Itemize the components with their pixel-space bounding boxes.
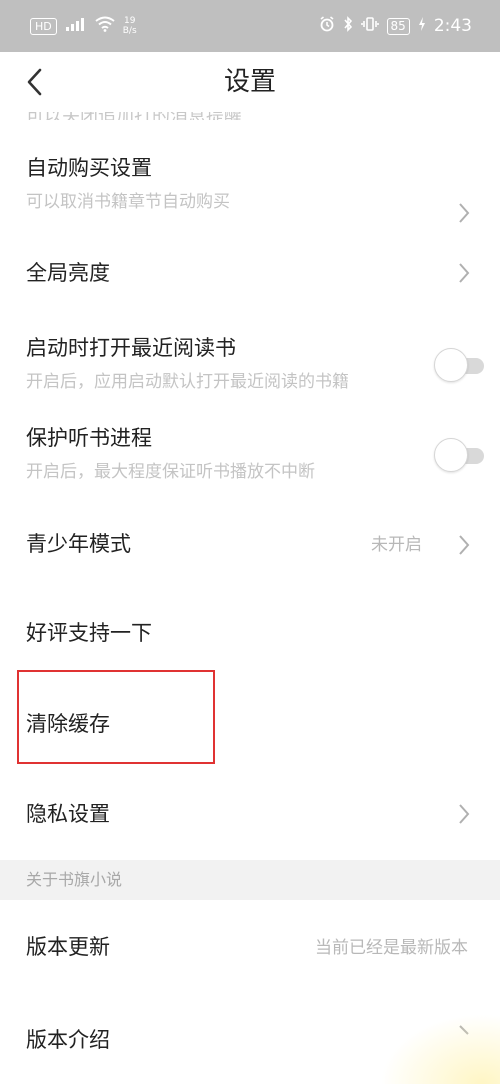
bluetooth-icon — [343, 16, 353, 36]
rate-us-title: 好评支持一下 — [26, 621, 152, 645]
status-bar: HD 19 B/s 85 2:43 — [0, 0, 500, 52]
auto-buy-settings-subtitle: 可以取消书籍章节自动购买 — [26, 192, 230, 212]
clock: 2:43 — [433, 16, 472, 36]
protect-audio-subtitle: 开启后，最大程度保证听书播放不中断 — [26, 462, 315, 482]
version-update-row[interactable]: 版本更新 当前已经是最新版本 — [0, 900, 500, 994]
status-right: 85 2:43 — [319, 16, 472, 36]
protect-audio-toggle[interactable] — [434, 438, 486, 472]
page-title: 设置 — [223, 67, 276, 97]
toggle-knob — [434, 438, 468, 472]
chevron-right-icon — [459, 1025, 469, 1035]
toggle-knob — [434, 348, 468, 382]
rate-us-row[interactable]: 好评支持一下 — [0, 590, 500, 680]
open-recent-book-title: 启动时打开最近阅读书 — [26, 336, 236, 360]
chevron-right-icon — [459, 203, 470, 223]
battery-icon: 85 — [386, 17, 410, 35]
network-speed: 19 B/s — [123, 16, 137, 36]
version-intro-row[interactable]: 版本介绍 — [0, 994, 500, 1084]
open-recent-book-row: 启动时打开最近阅读书 开启后，应用启动默认打开最近阅读的书籍 — [0, 322, 500, 402]
about-section-header: 关于书旗小说 — [0, 860, 500, 900]
privacy-settings-title: 隐私设置 — [26, 802, 110, 826]
auto-buy-settings-row[interactable]: 自动购买设置 可以取消书籍章节自动购买 — [0, 142, 500, 232]
clipped-subtitle: 可以关闭追加打的消息提醒 — [26, 112, 242, 120]
nav-header: 设置 — [0, 52, 500, 112]
wifi-icon — [95, 16, 115, 36]
chevron-right-icon — [459, 263, 470, 283]
protect-audio-row: 保护听书进程 开启后，最大程度保证听书播放不中断 — [0, 412, 500, 492]
youth-mode-title: 青少年模式 — [26, 532, 131, 556]
protect-audio-title: 保护听书进程 — [26, 426, 152, 450]
settings-list[interactable]: 可以关闭追加打的消息提醒 自动购买设置 可以取消书籍章节自动购买 全局亮度 启动… — [0, 112, 500, 1084]
global-brightness-row[interactable]: 全局亮度 — [0, 232, 500, 312]
version-intro-title: 版本介绍 — [26, 1028, 110, 1052]
auto-buy-settings-title: 自动购买设置 — [26, 156, 152, 180]
hd-badge: HD — [30, 17, 57, 35]
chevron-right-icon — [459, 535, 470, 555]
about-section-title: 关于书旗小说 — [26, 870, 123, 889]
signal-icon — [65, 16, 87, 36]
version-update-title: 版本更新 — [26, 935, 110, 959]
open-recent-book-subtitle: 开启后，应用启动默认打开最近阅读的书籍 — [26, 372, 349, 392]
vibrate-icon — [360, 16, 379, 36]
network-speed-unit: B/s — [122, 26, 137, 36]
chevron-right-icon — [459, 804, 470, 824]
youth-mode-row[interactable]: 青少年模式 未开启 — [0, 502, 500, 590]
charging-icon — [418, 16, 426, 36]
highlight-box — [17, 670, 215, 764]
status-left: HD 19 B/s — [30, 16, 137, 36]
global-brightness-title: 全局亮度 — [26, 261, 110, 285]
youth-mode-status: 未开启 — [371, 535, 422, 555]
version-update-status: 当前已经是最新版本 — [315, 938, 468, 958]
alarm-icon — [319, 16, 335, 36]
privacy-settings-row[interactable]: 隐私设置 — [0, 770, 500, 860]
open-recent-book-toggle[interactable] — [434, 348, 486, 382]
network-speed-value: 19 — [123, 16, 136, 26]
